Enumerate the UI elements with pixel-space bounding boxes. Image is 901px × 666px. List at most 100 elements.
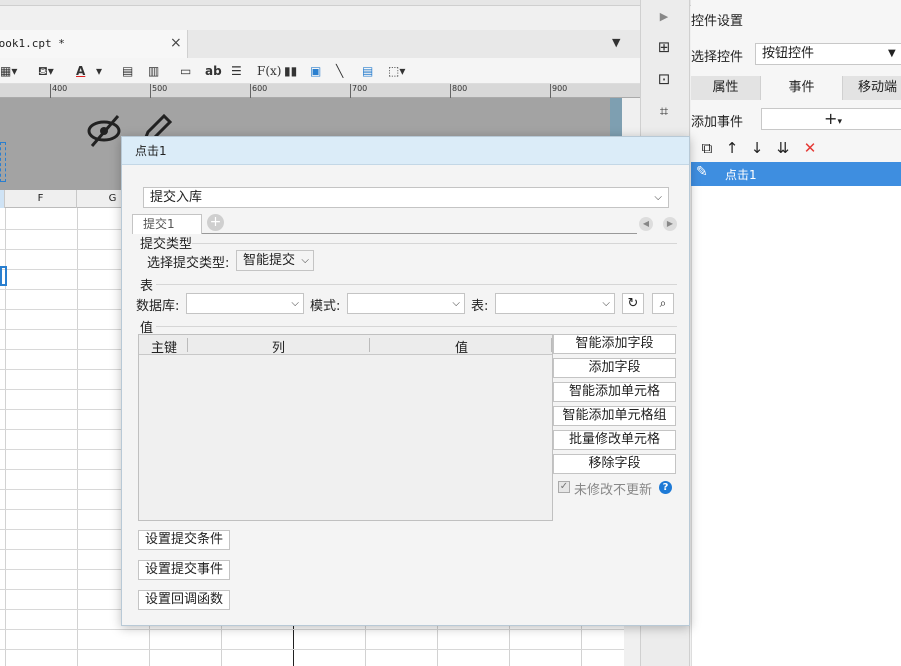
set-submit-event-button[interactable]: 设置提交事件	[138, 560, 230, 580]
layout-icon[interactable]: ⊞	[653, 36, 675, 58]
hide-icon[interactable]	[86, 114, 126, 148]
delete-icon[interactable]: ✕	[800, 138, 820, 158]
section-submit-type: 提交类型	[140, 237, 193, 252]
chevron-down-icon: ⌵	[291, 298, 299, 309]
chevron-down-icon: ▼	[888, 48, 896, 59]
text-widget-icon[interactable]: ab	[205, 62, 222, 80]
tab-events[interactable]: 事件	[761, 76, 843, 100]
smart-add-field-button[interactable]: 智能添加字段	[553, 334, 676, 354]
ruler-label: 600	[252, 84, 268, 93]
ruler-tick	[150, 84, 151, 98]
event-list-item[interactable]: ✎ 点击1	[691, 162, 901, 186]
event-dialog: 点击1 提交入库 ⌵ 提交1 + ◀ ▶ 提交类型 选择提交类型: 智能提交 ⌵…	[121, 136, 690, 626]
slash-icon[interactable]: ╲	[336, 62, 343, 80]
panel-tabs: 属性 事件 移动端	[691, 76, 901, 100]
chevron-down-icon: ⌵	[602, 298, 610, 309]
no-update-label: 未修改不更新	[574, 483, 653, 498]
ruler-label: 500	[152, 84, 168, 93]
tab-submit-1-label: 提交1	[143, 217, 175, 231]
file-tab-name: Book1.cpt *	[0, 37, 65, 50]
font-color-dropdown-icon[interactable]: ▾	[96, 62, 102, 80]
ruler-tick	[250, 84, 251, 98]
edit-icon[interactable]: ✎	[696, 164, 708, 180]
smart-add-cell-button[interactable]: 智能添加单元格	[553, 382, 676, 402]
selected-cell[interactable]	[0, 266, 7, 286]
move-up-icon[interactable]: ↑	[722, 138, 742, 158]
add-tab-icon[interactable]: +	[207, 214, 224, 231]
submit-type-combo[interactable]: 提交入库 ⌵	[143, 187, 669, 208]
ruler-tick	[550, 84, 551, 98]
table-dropdown[interactable]: ⌵	[495, 293, 615, 314]
smart-add-cell-group-button[interactable]: 智能添加单元格组	[553, 406, 676, 426]
search-table-icon[interactable]: ⌕	[652, 293, 674, 314]
chevron-down-icon: ⌵	[452, 298, 460, 309]
column-header-f[interactable]: F	[5, 190, 77, 208]
close-icon[interactable]: ×	[170, 35, 182, 51]
no-update-checkbox[interactable]: ✓	[558, 481, 570, 493]
ruler-label: 400	[52, 84, 68, 93]
ruler-tick	[450, 84, 451, 98]
ruler-label: 900	[552, 84, 568, 93]
border-style-icon[interactable]: ⬚▾	[388, 62, 405, 80]
widget-icon[interactable]: ⊡	[653, 68, 675, 90]
value-table[interactable]: 主键 列 值	[138, 334, 553, 521]
schema-label: 模式:	[310, 299, 341, 314]
schema-dropdown[interactable]: ⌵	[347, 293, 465, 314]
panel-title: 控件设置	[691, 14, 744, 29]
tab-menu-icon[interactable]: ▼	[612, 36, 620, 49]
scroll-left-icon[interactable]: ◀	[639, 217, 653, 231]
select-widget-value: 按钮控件	[762, 46, 815, 61]
sub-report-icon[interactable]: ▤	[362, 62, 373, 80]
ruler: 400 500 600 700 800 900	[0, 84, 640, 98]
ruler-label: 800	[452, 84, 468, 93]
database-dropdown[interactable]: ⌵	[186, 293, 304, 314]
section-table: 表	[140, 279, 154, 294]
file-tab[interactable]: Book1.cpt * ×	[0, 30, 188, 58]
unmerge-cells-icon[interactable]: ▥	[148, 62, 159, 80]
add-event-button[interactable]: +▾	[761, 108, 901, 130]
add-field-button[interactable]: 添加字段	[553, 358, 676, 378]
sort-icon[interactable]: ⇊	[773, 138, 793, 158]
text-field-icon[interactable]: ▭	[180, 62, 191, 80]
column-column[interactable]: 列	[272, 337, 285, 356]
select-widget-label: 选择控件	[691, 50, 744, 65]
refresh-icon[interactable]: ↻	[622, 293, 644, 314]
toolbar: ▦▾ ⛾▾ A ▾ ▤ ▥ ▭ ab ☰ F(x) ▮▮ ▣ ╲ ▤ ⬚▾	[0, 58, 640, 84]
remove-field-button[interactable]: 移除字段	[553, 454, 676, 474]
chevron-down-icon: ⌵	[654, 192, 662, 203]
move-down-icon[interactable]: ↓	[747, 138, 767, 158]
submit-type-dropdown[interactable]: 智能提交 ⌵	[236, 250, 314, 271]
copy-icon[interactable]: ⧉	[697, 138, 717, 158]
selection-marker	[0, 142, 6, 182]
submit-type-combo-value: 提交入库	[150, 190, 203, 205]
column-primary-key[interactable]: 主键	[151, 337, 177, 356]
tab-mobile[interactable]: 移动端	[843, 76, 901, 100]
set-callback-button[interactable]: 设置回调函数	[138, 590, 230, 610]
help-icon[interactable]: ?	[659, 481, 672, 494]
set-submit-condition-button[interactable]: 设置提交条件	[138, 530, 230, 550]
font-color-icon[interactable]: A	[76, 62, 85, 80]
submit-type-value: 智能提交	[243, 253, 296, 268]
image-icon[interactable]: ▣	[310, 62, 321, 80]
crop-icon[interactable]: ⌗	[653, 100, 675, 122]
chart-icon[interactable]: ▮▮	[284, 62, 297, 80]
border-grid-icon[interactable]: ▦▾	[0, 62, 17, 80]
dialog-title: 点击1	[122, 137, 689, 165]
collapse-arrow-icon[interactable]: ▶	[653, 6, 675, 28]
ruler-tick	[350, 84, 351, 98]
column-value[interactable]: 值	[455, 337, 468, 356]
table-label: 表:	[471, 299, 489, 314]
batch-modify-cells-button[interactable]: 批量修改单元格	[553, 430, 676, 450]
chevron-down-icon: ⌵	[301, 255, 309, 266]
value-table-header: 主键 列 值	[139, 335, 552, 356]
select-widget-dropdown[interactable]: 按钮控件 ▼	[755, 43, 901, 65]
align-icon[interactable]: ☰	[231, 62, 242, 80]
formula-icon[interactable]: F(x)	[257, 62, 281, 80]
select-submit-type-label: 选择提交类型:	[147, 256, 230, 271]
scroll-right-icon[interactable]: ▶	[663, 217, 677, 231]
merge-cells-icon[interactable]: ▤	[122, 62, 133, 80]
tab-submit-1[interactable]: 提交1	[132, 214, 202, 234]
fill-color-icon[interactable]: ⛾▾	[38, 62, 54, 80]
tab-properties[interactable]: 属性	[691, 76, 761, 100]
ruler-tick	[50, 84, 51, 98]
